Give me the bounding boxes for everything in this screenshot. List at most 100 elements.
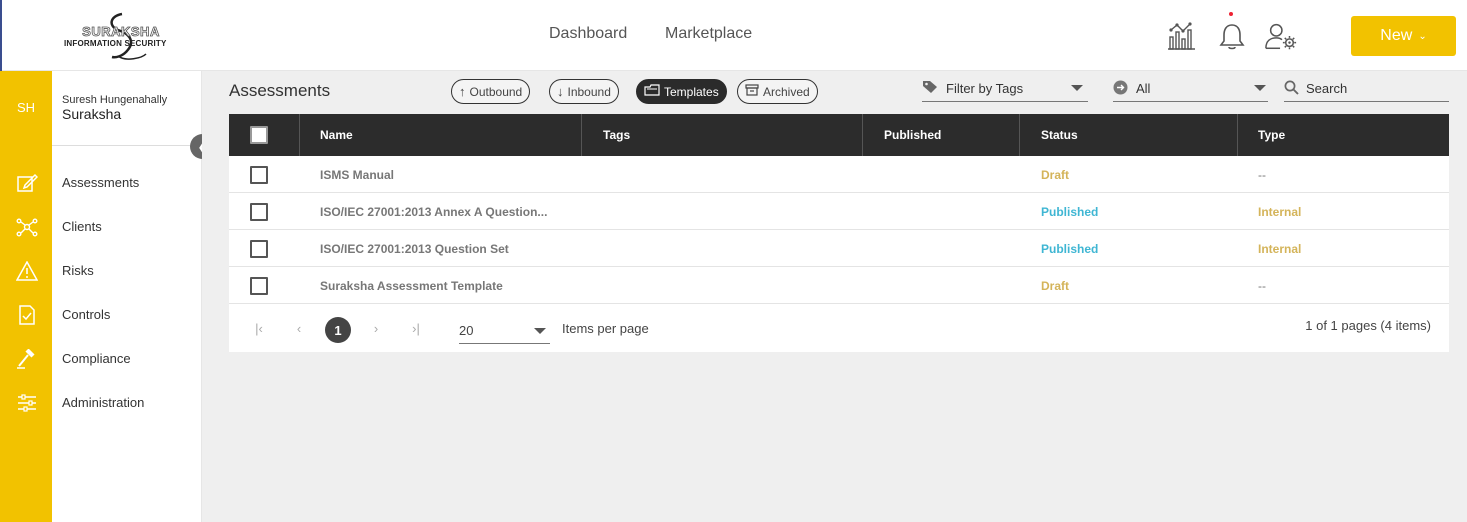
row-checkbox[interactable] [250,202,268,221]
sidebar-panel [52,71,202,522]
user-name: Suresh Hungenahally [62,94,168,106]
network-icon[interactable] [14,216,40,238]
archive-box-icon [745,84,759,99]
user-org: Suraksha [62,106,122,122]
page-title: Assessments [229,81,331,100]
row-type: Internal [1258,241,1302,256]
caret-down-icon [1071,85,1083,91]
row-type: -- [1258,167,1266,182]
analytics-chart-icon[interactable] [1164,20,1198,52]
top-bar: SURAKSHA INFORMATION SECURITY Dashboard … [0,0,1467,71]
tab-label: Outbound [469,84,523,99]
select-all-cell [250,114,268,156]
column-divider [1019,114,1020,156]
tab-label: Inbound [567,84,611,99]
sliders-icon[interactable] [14,392,40,414]
column-header-published[interactable]: Published [884,114,941,156]
gavel-icon[interactable] [14,348,40,370]
tab-label: Templates [664,84,719,99]
column-header-name[interactable]: Name [320,114,353,156]
sidebar-item-assessments[interactable]: Assessments [62,175,139,190]
templates-table: Name Tags Published Status Type ISMS Man… [229,114,1449,352]
row-status: Draft [1041,167,1070,182]
sidebar-item-compliance[interactable]: Compliance [62,351,131,366]
sidebar-item-administration[interactable]: Administration [62,395,144,410]
nav-marketplace[interactable]: Marketplace [665,25,752,43]
search-field[interactable]: Search [1284,76,1449,102]
pagination-summary: 1 of 1 pages (4 items) [1305,318,1431,333]
row-status: Published [1041,241,1099,256]
tag-icon [922,80,938,97]
column-divider [862,114,863,156]
search-icon [1284,80,1299,98]
next-page-button[interactable]: › [366,316,386,340]
caret-down-icon [534,328,546,334]
logo-text: SURAKSHA [82,24,160,40]
sidebar-item-controls[interactable]: Controls [62,307,110,322]
new-button-label: New [1380,27,1413,44]
edit-icon[interactable] [14,172,40,194]
caret-down-icon [1254,85,1266,91]
column-divider [581,114,582,156]
row-type: -- [1258,278,1266,293]
status-filter-dropdown[interactable]: All [1113,76,1268,102]
row-checkbox[interactable] [250,165,268,184]
filter-tags-label: Filter by Tags [946,81,1024,96]
first-page-button[interactable]: |‹ [249,316,269,340]
row-status: Draft [1041,278,1070,293]
column-header-status[interactable]: Status [1041,114,1078,156]
current-page-button[interactable]: 1 [325,317,351,343]
tab-inbound[interactable]: ↓ Inbound [549,79,619,104]
checklist-icon[interactable] [14,304,40,326]
row-select-cell [250,193,268,230]
items-per-page-label: Items per page [562,321,649,336]
row-checkbox[interactable] [250,276,268,295]
last-page-button[interactable]: ›| [406,316,426,340]
select-all-checkbox[interactable] [250,126,268,144]
row-select-cell [250,267,268,304]
row-name[interactable]: ISO/IEC 27001:2013 Annex A Question... [320,193,547,230]
table-row[interactable]: ISO/IEC 27001:2013 Annex A Question... P… [229,193,1449,230]
tab-outbound[interactable]: ↑ Outbound [451,79,531,104]
previous-page-button[interactable]: ‹ [289,316,309,340]
sidebar-item-risks[interactable]: Risks [62,263,94,278]
arrow-circle-icon [1113,80,1128,98]
nav-dashboard[interactable]: Dashboard [549,25,627,43]
table-header: Name Tags Published Status Type [229,114,1449,156]
page-size-value: 20 [459,323,474,338]
row-status: Published [1041,204,1099,219]
chevron-down-icon: ⌄ [1418,30,1427,42]
arrow-up-icon: ↑ [459,84,466,99]
table-row[interactable]: ISMS Manual Draft -- [229,156,1449,193]
sidebar-item-clients[interactable]: Clients [62,219,102,234]
arrow-down-icon: ↓ [557,84,564,99]
column-divider [1237,114,1238,156]
row-checkbox[interactable] [250,239,268,258]
column-header-type[interactable]: Type [1258,114,1285,156]
user-gear-icon[interactable] [1264,20,1298,52]
row-type: Internal [1258,204,1302,219]
row-name[interactable]: Suraksha Assessment Template [320,267,503,304]
column-header-tags[interactable]: Tags [603,114,630,156]
search-input[interactable]: Search [1306,81,1347,96]
row-select-cell [250,156,268,193]
app-logo[interactable]: SURAKSHA INFORMATION SECURITY [60,12,180,62]
bell-icon[interactable] [1215,20,1249,52]
avatar[interactable]: SH [0,87,52,127]
row-name[interactable]: ISMS Manual [320,156,394,193]
row-name[interactable]: ISO/IEC 27001:2013 Question Set [320,230,509,267]
status-filter-value: All [1136,81,1151,96]
warning-icon[interactable] [14,260,40,282]
new-button[interactable]: New ⌄ [1351,16,1456,56]
column-divider [299,114,300,156]
table-row[interactable]: ISO/IEC 27001:2013 Question Set Publishe… [229,230,1449,267]
divider [52,145,202,146]
filter-by-tags-dropdown[interactable]: Filter by Tags [922,76,1088,102]
page-size-dropdown[interactable]: 20 [459,318,550,344]
sidebar-rail [0,71,52,522]
tab-templates[interactable]: Templates [636,79,727,104]
tab-label: Archived [763,84,810,99]
tab-archived[interactable]: Archived [737,79,818,104]
table-row[interactable]: Suraksha Assessment Template Draft -- [229,267,1449,304]
folder-icon [644,84,660,99]
